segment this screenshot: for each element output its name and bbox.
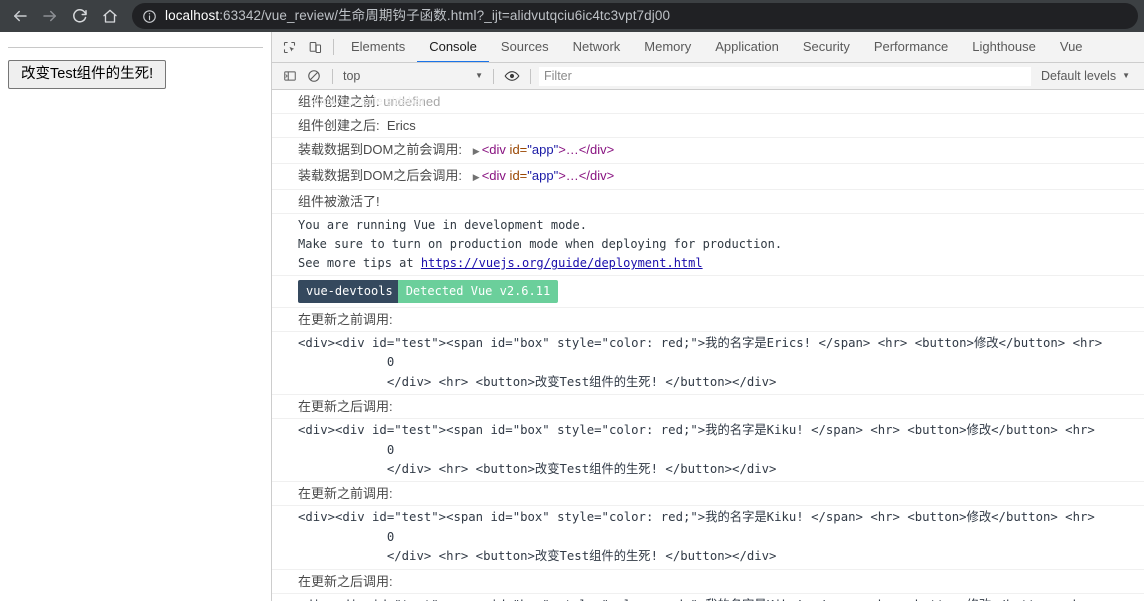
url-path: :63342/vue_review/生命周期钩子函数.html?_ijt=ali…	[219, 8, 671, 23]
node-attr: id=	[505, 168, 528, 183]
viewport-split: 改变Test组件的生死! Elements Console Sources Ne…	[0, 32, 1144, 601]
message-value: undefined	[383, 94, 441, 109]
execution-context-select[interactable]: top ▼	[339, 69, 487, 83]
vue-tip-line2: Make sure to turn on production mode whe…	[298, 237, 783, 251]
node-attr-value: "app"	[527, 168, 559, 183]
html-dump-counter: 0	[386, 529, 395, 544]
html-dump-line1: <div><div id="test"><span id="box" style…	[298, 336, 1103, 350]
toolbar-separator-1	[332, 68, 333, 84]
browser-toolbar: localhost:63342/vue_review/生命周期钩子函数.html…	[0, 0, 1144, 32]
node-tag-open: <div	[481, 142, 506, 157]
log-levels-label: Default levels	[1041, 69, 1117, 83]
expand-triangle-icon[interactable]: ▶	[473, 146, 480, 156]
tab-security[interactable]: Security	[791, 32, 862, 62]
console-message-vue-tip[interactable]: You are running Vue in development mode.…	[272, 214, 1144, 276]
tab-lighthouse[interactable]: Lighthouse	[960, 32, 1048, 62]
html-dump-line3: </div> <hr> <button>改变Test组件的生死! </butto…	[386, 374, 777, 389]
console-message-list[interactable]: Show console sidebar 组件创建之前: undefined 组…	[272, 90, 1144, 601]
tabstrip-separator	[333, 39, 334, 55]
console-sidebar-icon[interactable]	[278, 65, 302, 87]
console-toolbar: top ▼ Default levels ▼	[272, 63, 1144, 90]
console-message-html-dump[interactable]: <div><div id="test"><span id="box" style…	[272, 506, 1144, 570]
filter-input[interactable]	[539, 66, 1032, 86]
device-toolbar-icon[interactable]	[302, 32, 328, 62]
tab-memory[interactable]: Memory	[632, 32, 703, 62]
console-message[interactable]: 在更新之前调用:	[272, 482, 1144, 507]
vue-tip-line1: You are running Vue in development mode.	[298, 218, 587, 232]
chevron-down-icon: ▼	[1122, 71, 1130, 80]
console-message-html-dump[interactable]: <div><div id="test"><span id="box" style…	[272, 332, 1144, 396]
console-message-html-dump[interactable]: <div><div id="test"><span id="box" style…	[272, 594, 1144, 601]
devtools-panel: Elements Console Sources Network Memory …	[272, 32, 1144, 601]
expand-triangle-icon[interactable]: ▶	[473, 172, 480, 182]
address-bar[interactable]: localhost:63342/vue_review/生命周期钩子函数.html…	[132, 3, 1138, 29]
html-dump-counter: 0	[386, 355, 395, 370]
console-message[interactable]: 在更新之后调用:	[272, 570, 1144, 594]
devtools-tabstrip: Elements Console Sources Network Memory …	[272, 32, 1144, 63]
page-content-pane: 改变Test组件的生死!	[0, 32, 272, 601]
html-dump-line1: <div><div id="test"><span id="box" style…	[298, 423, 1095, 438]
toggle-test-component-button[interactable]: 改变Test组件的生死!	[8, 60, 167, 90]
node-attr: id=	[505, 142, 528, 157]
console-message[interactable]: 在更新之前调用:	[272, 308, 1144, 332]
node-tag-close: >…</div>	[558, 168, 615, 183]
html-dump-line3: </div> <hr> <button>改变Test组件的生死! </butto…	[386, 462, 777, 477]
forward-arrow-icon	[43, 10, 56, 22]
back-arrow-icon	[14, 10, 27, 22]
tab-vue[interactable]: Vue	[1048, 32, 1095, 62]
info-circle-icon[interactable]	[142, 9, 157, 24]
message-label: 组件创建之后:	[298, 118, 380, 133]
console-message[interactable]: 组件创建之前: undefined	[272, 90, 1144, 114]
console-message[interactable]: 装载数据到DOM之前会调用: ▶ <div id="app">…</div>	[272, 138, 1144, 164]
console-message[interactable]: 组件被激活了!	[272, 190, 1144, 214]
message-value: Erics	[386, 118, 416, 133]
console-message[interactable]: 在更新之后调用:	[272, 395, 1144, 420]
tab-elements[interactable]: Elements	[339, 32, 417, 62]
forward-button[interactable]	[36, 2, 64, 30]
vue-tip-line3-prefix: See more tips at	[298, 256, 421, 270]
reload-icon	[73, 9, 87, 23]
message-label: 组件创建之前:	[298, 94, 380, 109]
tab-application[interactable]: Application	[703, 32, 791, 62]
inspect-element-icon[interactable]	[276, 32, 302, 62]
clear-console-icon[interactable]	[302, 65, 326, 87]
console-message-vue-devtools[interactable]: vue-devtools Detected Vue v2.6.11	[272, 276, 1144, 308]
live-expression-eye-icon[interactable]	[500, 65, 524, 87]
vue-deployment-link[interactable]: https://vuejs.org/guide/deployment.html	[421, 256, 703, 270]
log-levels-select[interactable]: Default levels ▼	[1031, 69, 1138, 83]
url-text: localhost:63342/vue_review/生命周期钩子函数.html…	[165, 3, 670, 29]
console-message[interactable]: 装载数据到DOM之后会调用: ▶ <div id="app">…</div>	[272, 164, 1144, 190]
page-divider	[8, 47, 263, 48]
tab-console[interactable]: Console	[417, 32, 489, 62]
message-label: 装载数据到DOM之后会调用:	[298, 168, 462, 183]
html-dump-line1: <div><div id="test"><span id="box" style…	[298, 598, 1095, 601]
toolbar-separator-2	[493, 68, 494, 84]
home-icon	[103, 9, 117, 23]
reload-button[interactable]	[66, 2, 94, 30]
html-dump-counter: 0	[386, 442, 395, 457]
url-host: localhost	[165, 8, 220, 23]
tab-sources[interactable]: Sources	[489, 32, 561, 62]
toolbar-separator-3	[530, 68, 531, 84]
html-dump-line3: </div> <hr> <button>改变Test组件的生死! </butto…	[386, 549, 777, 564]
vue-devtools-badge: vue-devtools	[298, 280, 401, 303]
vue-version-badge: Detected Vue v2.6.11	[397, 280, 559, 303]
node-attr-value: "app"	[527, 142, 559, 157]
console-message-html-dump[interactable]: <div><div id="test"><span id="box" style…	[272, 419, 1144, 483]
execution-context-value: top	[343, 69, 361, 83]
chevron-down-icon: ▼	[475, 71, 483, 80]
home-button[interactable]	[96, 2, 124, 30]
message-label: 装载数据到DOM之前会调用:	[298, 142, 462, 157]
node-tag-open: <div	[481, 168, 506, 183]
console-message[interactable]: 组件创建之后: Erics	[272, 114, 1144, 138]
tab-network[interactable]: Network	[561, 32, 633, 62]
html-dump-line1: <div><div id="test"><span id="box" style…	[298, 510, 1095, 525]
node-tag-close: >…</div>	[558, 142, 615, 157]
tab-performance[interactable]: Performance	[862, 32, 960, 62]
back-button[interactable]	[6, 2, 34, 30]
